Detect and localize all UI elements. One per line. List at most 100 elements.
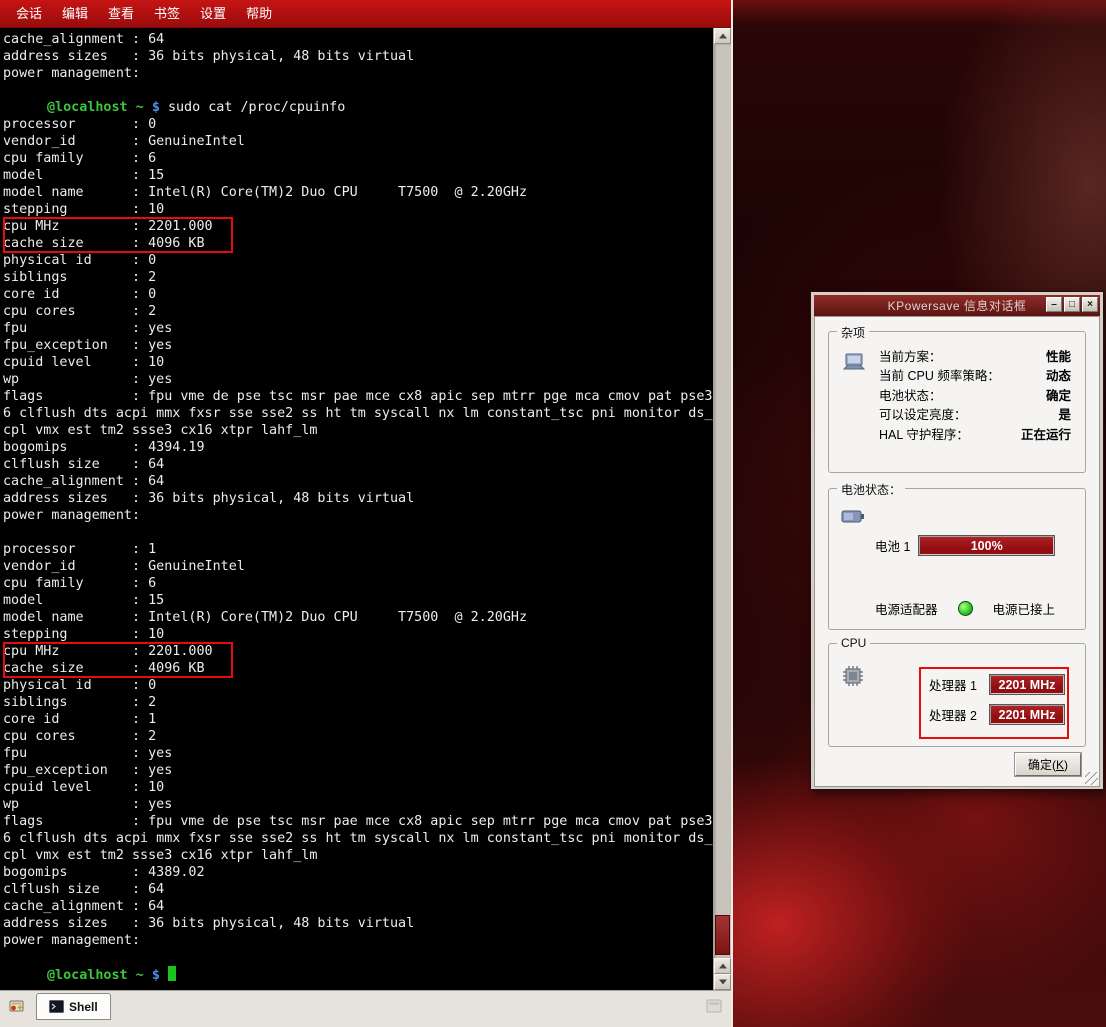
terminal-line: power management: [3, 65, 713, 82]
misc-group: 杂项 当前方案：性能当前 CPU 频率策略：动态电池状态：确定可以设定亮度：是H… [828, 331, 1086, 473]
terminal-area: cache_alignment : 64address sizes : 36 b… [0, 28, 731, 990]
terminal-line: processor : 0 [3, 116, 713, 133]
terminal-tabbar: Shell [0, 990, 731, 1027]
misc-row-value: 是 [1058, 406, 1071, 425]
terminal-line: flags : fpu vme de pse tsc msr pae mce c… [3, 388, 713, 405]
scrollbar-track[interactable] [714, 44, 731, 958]
misc-row-label: 电池状态： [879, 387, 942, 406]
terminal-line: cache size : 4096 KB [3, 660, 713, 677]
menu-item[interactable]: 会话 [6, 0, 52, 27]
cpu-frequency-bar: 2201 MHz [989, 704, 1065, 725]
tab-shell[interactable]: Shell [36, 993, 111, 1020]
minimize-button[interactable]: – [1046, 297, 1062, 312]
terminal-line: 6 clflush dts acpi mmx fxsr sse sse2 ss … [3, 830, 713, 847]
terminal-line [3, 524, 713, 541]
terminal-line: model : 15 [3, 592, 713, 609]
menu-item[interactable]: 书签 [144, 0, 190, 27]
terminal-line: cpu family : 6 [3, 575, 713, 592]
cpu-rows: 处理器 12201 MHz处理器 22201 MHz [929, 674, 1065, 734]
cpu-frequency-value: 2201 MHz [990, 675, 1064, 694]
terminal-line: siblings : 2 [3, 694, 713, 711]
battery-progressbar: 100% [918, 535, 1055, 556]
terminal-line: flags : fpu vme de pse tsc msr pae mce c… [3, 813, 713, 830]
terminal-line: cpl vmx est tm2 ssse3 cx16 xtpr lahf_lm [3, 422, 713, 439]
terminal-scrollbar[interactable] [713, 28, 731, 990]
terminal-line: address sizes : 36 bits physical, 48 bit… [3, 48, 713, 65]
cpu-icon [841, 664, 865, 693]
maximize-button[interactable]: □ [1064, 297, 1080, 312]
terminal-line: physical id : 0 [3, 252, 713, 269]
misc-row-value: 性能 [1046, 348, 1071, 367]
terminal-line: cache_alignment : 64 [3, 31, 713, 48]
battery-icon [841, 509, 865, 529]
window-buttons: –□× [1046, 297, 1098, 312]
terminal-body[interactable]: cache_alignment : 64address sizes : 36 b… [0, 28, 713, 990]
misc-row: 当前方案： 性能 [879, 348, 1071, 367]
shell-tab-icon [49, 1000, 64, 1013]
terminal-line: physical id : 0 [3, 677, 713, 694]
misc-group-title: 杂项 [837, 324, 869, 341]
terminal-line: power management: [3, 932, 713, 949]
terminal-line: cpl vmx est tm2 ssse3 cx16 xtpr lahf_lm [3, 847, 713, 864]
prompt-host: @localhost ~ [47, 100, 152, 115]
prompt-symbol: $ [152, 968, 168, 983]
terminal-line: cpu cores : 2 [3, 303, 713, 320]
terminal-cursor [168, 966, 176, 981]
terminal-line: bogomips : 4394.19 [3, 439, 713, 456]
battery-row: 电池 1 100% [875, 535, 1055, 556]
prompt-symbol: $ [152, 100, 168, 115]
new-session-button[interactable] [4, 993, 30, 1019]
terminal-line: stepping : 10 [3, 626, 713, 643]
arrow-down-icon [719, 980, 727, 985]
terminal-line: stepping : 10 [3, 201, 713, 218]
terminal-line: fpu_exception : yes [3, 762, 713, 779]
resize-grip-icon[interactable] [1085, 772, 1098, 785]
menu-item[interactable]: 帮助 [236, 0, 282, 27]
ok-button[interactable]: 确定(K) [1015, 753, 1081, 776]
terminal-line [3, 949, 713, 966]
menu-item[interactable]: 设置 [190, 0, 236, 27]
cpu-group: CPU 处理器 12201 MHz处理器 22201 MHz [828, 643, 1086, 747]
terminal-line: cpu family : 6 [3, 150, 713, 167]
terminal-line: model : 15 [3, 167, 713, 184]
misc-row-value: 正在运行 [1021, 426, 1071, 445]
session-list-button[interactable] [701, 993, 727, 1019]
cpu-row-label: 处理器 1 [929, 675, 983, 694]
terminal-line: cpuid level : 10 [3, 779, 713, 796]
arrow-up-icon [719, 964, 727, 969]
cpu-frequency-bar: 2201 MHz [989, 674, 1065, 695]
terminal-line: address sizes : 36 bits physical, 48 bit… [3, 490, 713, 507]
menu-item[interactable]: 编辑 [52, 0, 98, 27]
session-list-icon [706, 999, 722, 1013]
scroll-down-button[interactable] [714, 974, 731, 990]
terminal-line: siblings : 2 [3, 269, 713, 286]
misc-row-label: 当前方案： [879, 348, 942, 367]
misc-row-value: 确定 [1046, 387, 1071, 406]
terminal-line: power management: [3, 507, 713, 524]
terminal-line: core id : 1 [3, 711, 713, 728]
new-session-icon [8, 997, 26, 1015]
terminal-line: vendor_id : GenuineIntel [3, 133, 713, 150]
close-button[interactable]: × [1082, 297, 1098, 312]
terminal-line: cache_alignment : 64 [3, 473, 713, 490]
terminal-line: clflush size : 64 [3, 456, 713, 473]
dialog-titlebar[interactable]: KPowersave 信息对话框 –□× [814, 295, 1100, 316]
battery-percent: 100% [919, 536, 1054, 555]
terminal-line [3, 82, 713, 99]
adapter-led-icon [958, 601, 973, 616]
scrollbar-thumb[interactable] [715, 915, 730, 955]
terminal-line: cache_alignment : 64 [3, 898, 713, 915]
terminal-line: clflush size : 64 [3, 881, 713, 898]
menu-item[interactable]: 查看 [98, 0, 144, 27]
battery-label: 电池 1 [875, 536, 910, 555]
scroll-up-button[interactable] [714, 28, 731, 44]
terminal-line: model name : Intel(R) Core(TM)2 Duo CPU … [3, 609, 713, 626]
misc-row-label: 可以设定亮度： [879, 406, 967, 425]
scroll-up-button-bottom[interactable] [714, 958, 731, 974]
arrow-up-icon [719, 34, 727, 39]
battery-group: 电池状态： 电池 1 100% 电源适配器 [828, 488, 1086, 630]
misc-row-label: 当前 CPU 频率策略： [879, 367, 1000, 386]
misc-row: 电池状态： 确定 [879, 387, 1071, 406]
misc-row-label: HAL 守护程序： [879, 426, 969, 445]
terminal-line: bogomips : 4389.02 [3, 864, 713, 881]
